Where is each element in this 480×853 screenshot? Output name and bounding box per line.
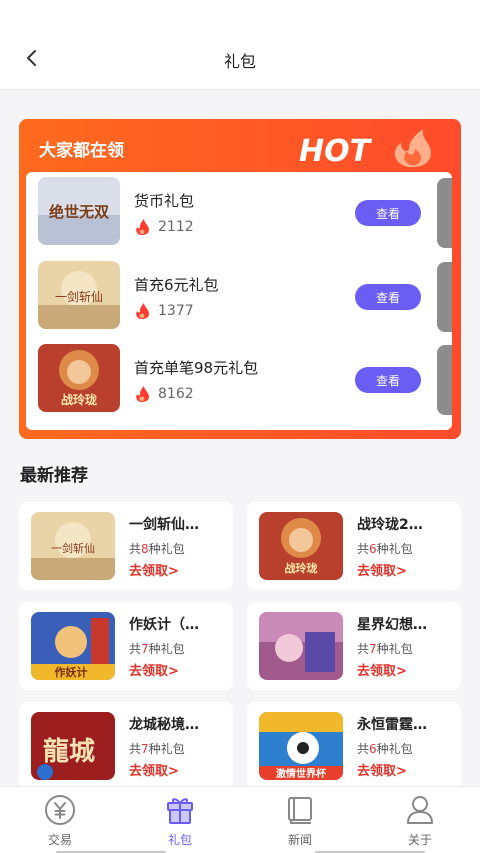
svg-text:激情世界杯: 激情世界杯 — [276, 767, 327, 780]
book-icon — [283, 793, 317, 827]
game-name: 战玲珑2… — [357, 517, 423, 533]
gift-count: 共6种礼包 — [357, 542, 413, 556]
recommend-card[interactable]: 一剑斩仙 一剑斩仙… 共8种礼包 去领取> — [19, 502, 233, 590]
view-button[interactable]: 查看 — [355, 200, 421, 226]
game-thumbnail — [259, 612, 343, 680]
nav-label: 关于 — [407, 833, 432, 847]
hot-logo-icon: HOT — [299, 129, 431, 169]
game-name: 永恒雷霆… — [357, 717, 427, 733]
svg-text:战玲珑: 战玲珑 — [61, 392, 97, 407]
game-name: 星界幻想… — [357, 617, 427, 633]
recommend-card[interactable]: 激情世界杯 永恒雷霆… 共6种礼包 去领取> — [247, 702, 461, 790]
recommend-card[interactable]: 作妖计 作妖计（… 共7种礼包 去领取> — [19, 602, 233, 690]
svg-text:龍城: 龍城 — [43, 736, 95, 767]
gift-count: 共6种礼包 — [357, 742, 413, 756]
yen-coin-icon — [43, 793, 77, 827]
side-tab — [437, 178, 452, 248]
hot-panel-title: 大家都在领 — [39, 141, 124, 161]
hot-item-count: 2112 — [134, 218, 194, 236]
hot-list: 绝世无双 货币礼包 2112 查看 一剑斩仙 首充6元礼包 1377 查看 战玲… — [26, 172, 452, 430]
claim-link[interactable]: 去领取> — [357, 560, 407, 579]
svg-text:战玲珑: 战玲珑 — [285, 561, 318, 575]
section-title: 最新推荐 — [20, 466, 88, 486]
hot-item-count: 8162 — [134, 385, 194, 403]
hot-logo-text: HOT — [299, 134, 373, 169]
game-thumbnail: 一剑斩仙 — [38, 261, 120, 329]
game-thumbnail: 作妖计 — [31, 612, 115, 680]
svg-text:一剑斩仙: 一剑斩仙 — [55, 289, 103, 304]
top-bar: 礼包 — [0, 0, 480, 90]
user-icon — [403, 793, 437, 827]
game-thumbnail: 龍城 — [31, 712, 115, 780]
nav-label: 交易 — [47, 833, 72, 847]
side-tab — [437, 345, 452, 415]
claim-link[interactable]: 去领取> — [129, 760, 179, 779]
claim-link[interactable]: 去领取> — [357, 660, 407, 679]
view-button[interactable]: 查看 — [355, 367, 421, 393]
page-title: 礼包 — [223, 52, 256, 71]
game-name: 作妖计（… — [129, 617, 199, 633]
svg-text:绝世无双: 绝世无双 — [49, 203, 109, 221]
flame-icon — [136, 303, 149, 319]
game-thumbnail: 战玲珑 — [38, 344, 120, 412]
gift-count: 共8种礼包 — [129, 542, 185, 556]
svg-text:一剑斩仙: 一剑斩仙 — [51, 541, 95, 555]
hot-item[interactable]: 绝世无双 货币礼包 2112 查看 — [26, 172, 452, 252]
hot-item-name: 首充6元礼包 — [134, 276, 219, 294]
nav-item-trade[interactable]: 交易 — [0, 787, 120, 853]
nav-label: 新闻 — [287, 833, 312, 847]
claim-link[interactable]: 去领取> — [129, 660, 179, 679]
flame-icon — [136, 386, 149, 402]
claim-link[interactable]: 去领取> — [357, 760, 407, 779]
svg-text:作妖计: 作妖计 — [55, 665, 88, 679]
nav-item-gift[interactable]: 礼包 — [120, 787, 240, 853]
game-thumbnail: 激情世界杯 — [259, 712, 343, 780]
game-name: 龙城秘境… — [129, 717, 199, 733]
nav-label: 礼包 — [167, 833, 192, 847]
hot-panel: 大家都在领 HOT 绝世无双 货币礼包 2112 查看 一剑斩仙 首充6元礼包 … — [19, 119, 461, 439]
game-thumbnail: 绝世无双 — [38, 177, 120, 245]
hot-item[interactable]: 一剑斩仙 首充6元礼包 1377 查看 — [26, 256, 452, 336]
recommend-card[interactable]: 龍城 龙城秘境… 共7种礼包 去领取> — [19, 702, 233, 790]
recommend-card[interactable]: 星界幻想… 共7种礼包 去领取> — [247, 602, 461, 690]
gift-icon — [163, 793, 197, 827]
hot-item-name: 货币礼包 — [134, 192, 195, 210]
game-name: 一剑斩仙… — [129, 517, 199, 533]
bottom-nav: 交易 礼包 新闻 关于 — [0, 786, 480, 853]
game-thumbnail: 战玲珑 — [259, 512, 343, 580]
flame-icon — [136, 219, 149, 235]
nav-item-news[interactable]: 新闻 — [240, 787, 360, 853]
hot-item-count: 1377 — [134, 302, 194, 320]
gift-count: 共7种礼包 — [357, 642, 413, 656]
claim-link[interactable]: 去领取> — [129, 560, 179, 579]
gift-count: 共7种礼包 — [129, 642, 185, 656]
game-thumbnail: 一剑斩仙 — [31, 512, 115, 580]
side-tab — [437, 262, 452, 332]
hot-item-name: 首充单笔98元礼包 — [134, 359, 259, 377]
view-button[interactable]: 查看 — [355, 284, 421, 310]
hot-item[interactable]: 战玲珑 首充单笔98元礼包 8162 查看 — [26, 339, 452, 419]
nav-item-about[interactable]: 关于 — [360, 787, 480, 853]
gift-count: 共7种礼包 — [129, 742, 185, 756]
recommend-card[interactable]: 战玲珑 战玲珑2… 共6种礼包 去领取> — [247, 502, 461, 590]
